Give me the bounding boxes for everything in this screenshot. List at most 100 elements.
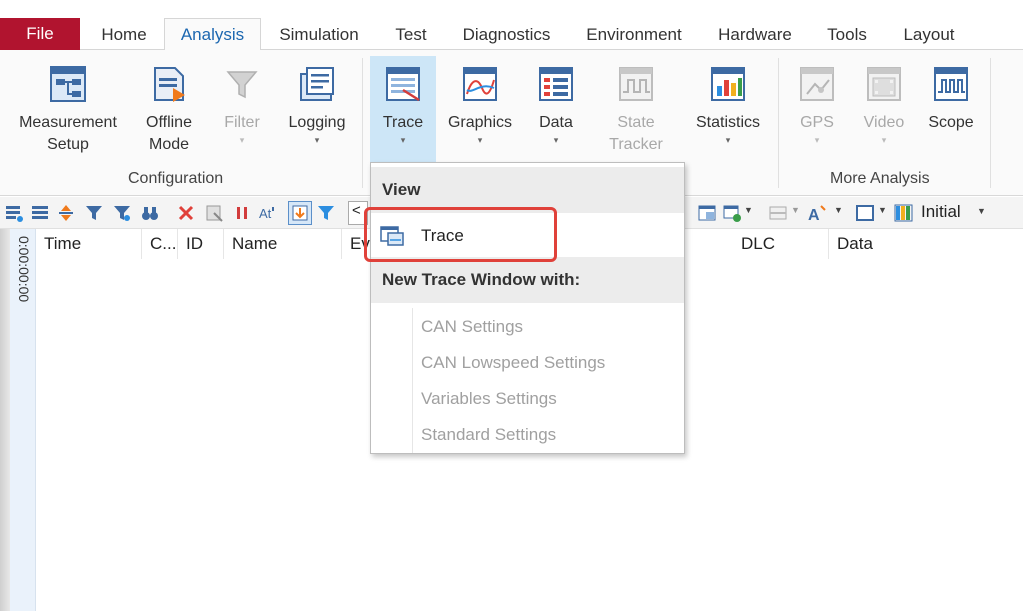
gps-button[interactable]: GPS ▾	[788, 50, 846, 160]
quick-access-toolbar	[0, 0, 1023, 14]
filter-icon[interactable]	[84, 203, 104, 223]
column-header-name[interactable]: Name	[224, 229, 342, 259]
scope-button[interactable]: Scope	[922, 50, 980, 160]
funnel-filter-icon[interactable]	[316, 203, 336, 223]
network-view-icon[interactable]	[722, 203, 742, 223]
chevron-down-icon[interactable]: ▼	[744, 205, 753, 215]
group-separator	[778, 58, 779, 188]
trace-window-icon	[383, 64, 423, 104]
tab-hardware[interactable]: Hardware	[706, 18, 804, 51]
tab-layout[interactable]: Layout	[890, 18, 968, 51]
chevron-down-icon[interactable]: ▼	[834, 205, 843, 215]
graphics-label: Graphics	[447, 114, 513, 131]
statistics-button[interactable]: Statistics ▾	[688, 50, 768, 160]
window-layout-icon[interactable]	[697, 203, 717, 223]
absolute-time-icon[interactable]: At	[258, 203, 278, 223]
window-color-icon[interactable]	[855, 203, 875, 223]
logging-icon	[297, 64, 337, 104]
menu-item-can-settings[interactable]: CAN Settings	[371, 309, 684, 345]
column-header-time[interactable]: Time	[36, 229, 142, 259]
trace-dropdown-menu: View Trace New Trace Window with: CAN Se…	[370, 162, 685, 454]
menu-item-label: CAN Lowspeed Settings	[421, 353, 606, 372]
video-button[interactable]: Video ▾	[852, 50, 916, 160]
group-separator	[362, 58, 363, 188]
start-icon[interactable]	[4, 203, 24, 223]
scope-icon	[931, 64, 971, 104]
tab-simulation[interactable]: Simulation	[266, 18, 372, 51]
font-icon[interactable]: A	[808, 203, 828, 223]
measurement-setup-label-2: Setup	[47, 136, 89, 153]
measurement-setup-label-1: Measurement	[19, 114, 117, 131]
filter-label: Filter	[224, 114, 260, 131]
chevron-down-icon[interactable]: ▼	[977, 206, 986, 216]
menu-item-standard-settings[interactable]: Standard Settings	[371, 417, 684, 453]
chevron-down-icon[interactable]: ▼	[878, 205, 887, 215]
offline-mode-button[interactable]: Offline Mode	[134, 50, 204, 160]
more-analysis-group-label: More Analysis	[830, 170, 930, 187]
tab-test[interactable]: Test	[383, 18, 439, 51]
svg-text:At: At	[259, 206, 272, 221]
pause-icon[interactable]	[232, 203, 252, 223]
layout-name[interactable]: Initial	[921, 202, 961, 222]
tab-tools[interactable]: Tools	[816, 18, 878, 51]
chevron-down-icon: ▾	[477, 135, 483, 145]
column-header-data[interactable]: Data	[829, 229, 1023, 259]
binoculars-icon[interactable]	[140, 203, 160, 223]
clear-icon[interactable]	[204, 203, 224, 223]
tab-environment[interactable]: Environment	[574, 18, 694, 51]
measurement-setup-button[interactable]: Measurement Setup	[8, 50, 128, 160]
graphics-icon	[460, 64, 500, 104]
chevron-down-icon: ▾	[553, 135, 559, 145]
menu-item-variables-settings[interactable]: Variables Settings	[371, 381, 684, 417]
filter-settings-icon[interactable]	[112, 203, 132, 223]
menu-item-label: Variables Settings	[421, 389, 557, 408]
menu-item-can-lowspeed-settings[interactable]: CAN Lowspeed Settings	[371, 345, 684, 381]
state-tracker-icon	[616, 64, 656, 104]
chevron-down-icon: ▾	[400, 135, 406, 145]
configuration-group-label: Configuration	[128, 170, 224, 187]
column-header-channel[interactable]: C...	[142, 229, 178, 259]
state-tracker-label-2: Tracker	[609, 136, 663, 153]
graphics-button[interactable]: Graphics ▾	[444, 50, 516, 160]
autoscroll-icon[interactable]	[288, 201, 312, 225]
video-icon	[864, 64, 904, 104]
logging-label: Logging	[288, 114, 346, 131]
data-label: Data	[539, 114, 573, 131]
chevron-down-icon[interactable]: ▼	[791, 205, 800, 215]
ribbon-tab-bar: File Home Analysis Simulation Test Diagn…	[0, 14, 1023, 51]
tab-file[interactable]: File	[0, 18, 80, 50]
statistics-icon	[708, 64, 748, 104]
color-set-icon[interactable]	[894, 203, 914, 223]
data-icon	[536, 64, 576, 104]
column-header-dlc[interactable]: DLC	[733, 229, 829, 259]
data-button[interactable]: Data ▾	[526, 50, 586, 160]
video-label: Video	[863, 114, 905, 131]
gps-icon	[797, 64, 837, 104]
new-trace-window-header: New Trace Window with:	[371, 257, 684, 303]
state-tracker-label-1: State	[617, 114, 655, 131]
tab-home[interactable]: Home	[88, 18, 160, 51]
chevron-down-icon: ▾	[314, 135, 320, 145]
chevron-down-icon: ▾	[725, 135, 731, 145]
trace-button[interactable]: Trace ▾	[370, 56, 436, 162]
offline-mode-label-1: Offline	[146, 114, 192, 131]
measurement-setup-icon	[48, 64, 88, 104]
delete-icon[interactable]	[176, 203, 196, 223]
scroll-icon[interactable]	[56, 203, 76, 223]
tab-analysis[interactable]: Analysis	[164, 18, 261, 51]
column-header-id[interactable]: ID	[178, 229, 224, 259]
chevron-down-icon: ▾	[239, 135, 245, 145]
chronological-view-icon[interactable]	[30, 203, 50, 223]
tab-diagnostics[interactable]: Diagnostics	[450, 18, 563, 51]
logging-button[interactable]: Logging ▾	[280, 50, 354, 160]
state-tracker-button[interactable]: State Tracker	[596, 50, 676, 160]
offline-mode-icon	[149, 64, 189, 104]
group-separator	[990, 58, 991, 188]
column-icon[interactable]	[768, 203, 788, 223]
filter-button[interactable]: Filter ▾	[212, 50, 272, 160]
statistics-label: Statistics	[695, 114, 760, 131]
scope-label: Scope	[928, 114, 974, 131]
menu-item-label: CAN Settings	[421, 317, 524, 336]
svg-text:A: A	[808, 207, 820, 223]
gps-label: GPS	[800, 114, 834, 131]
